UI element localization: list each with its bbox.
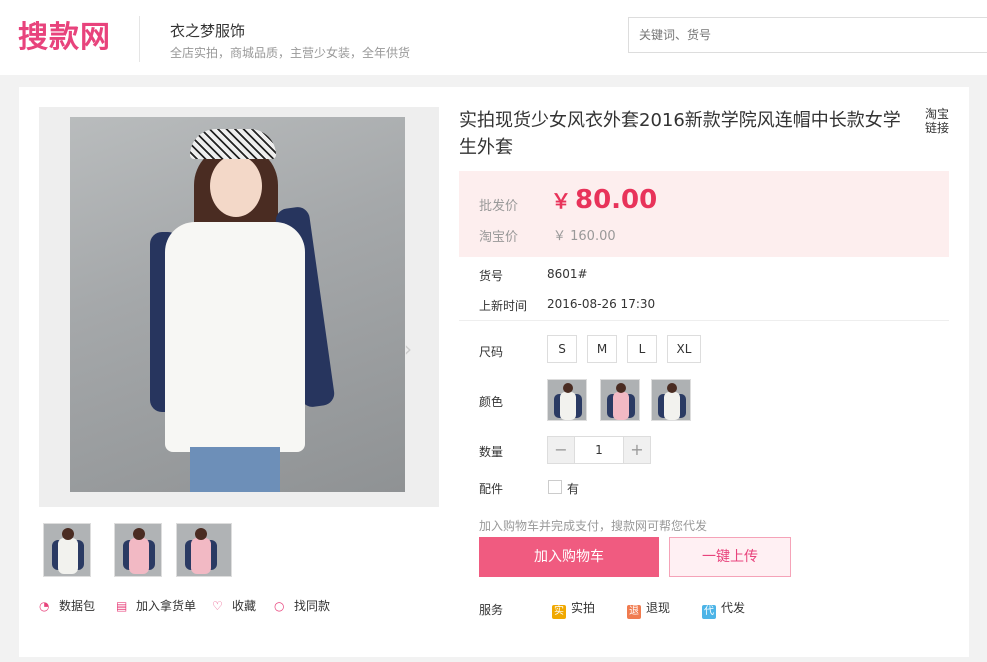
accessory-option-label: 有	[567, 482, 580, 496]
sku-value: 8601#	[547, 267, 588, 281]
refund-badge-icon: 退	[627, 605, 641, 619]
favorite-action[interactable]: ♡ 收藏	[212, 597, 256, 614]
price-box: 批发价 ￥ 80.00 淘宝价 ￥ 160.00	[459, 171, 949, 257]
search-icon: ○	[274, 599, 285, 613]
service-refund: 退退现	[627, 601, 671, 619]
listing-time-value: 2016-08-26 17:30	[547, 297, 656, 311]
service-label: 服务	[479, 603, 504, 617]
add-to-pick-list-action[interactable]: ▤ 加入拿货单	[116, 597, 196, 614]
find-similar-action[interactable]: ○ 找同款	[274, 597, 330, 614]
model-cap	[190, 129, 276, 159]
header-divider	[139, 16, 140, 62]
one-click-upload-button[interactable]: 一键上传	[669, 537, 791, 577]
listing-time-label: 上新时间	[479, 299, 528, 313]
color-label: 颜色	[479, 395, 504, 409]
shop-name[interactable]: 衣之梦服饰	[170, 20, 245, 41]
quantity-stepper: − 1 +	[547, 436, 651, 464]
model-face	[210, 155, 262, 217]
thumbnail-1[interactable]	[43, 523, 91, 577]
chevron-right-icon[interactable]: ›	[404, 337, 412, 361]
decrement-button[interactable]: −	[548, 437, 574, 463]
divider	[459, 320, 949, 321]
color-swatch-3[interactable]	[651, 379, 691, 421]
site-logo[interactable]: 搜款网	[18, 12, 111, 56]
wholesale-price-label: 批发价	[479, 199, 519, 214]
increment-button[interactable]: +	[624, 437, 650, 463]
data-package-action[interactable]: ◔ 数据包	[39, 597, 95, 614]
taobao-price-label: 淘宝价	[479, 230, 519, 245]
main-image-frame: ›	[39, 107, 439, 507]
shop-description: 全店实拍，商城品质，主营少女装，全年供货	[170, 46, 411, 60]
quantity-label: 数量	[479, 445, 504, 459]
model-jeans	[190, 447, 280, 492]
quantity-input[interactable]: 1	[574, 437, 624, 463]
accessory-checkbox[interactable]	[548, 480, 562, 494]
real-photo-badge-icon: 实	[552, 605, 566, 619]
add-to-cart-button[interactable]: 加入购物车	[479, 537, 659, 577]
heart-icon: ♡	[212, 599, 223, 613]
list-icon: ▤	[116, 599, 128, 613]
taobao-link[interactable]: 淘宝链接	[925, 107, 953, 135]
header: 搜款网 衣之梦服饰 全店实拍，商城品质，主营少女装，全年供货	[0, 0, 987, 75]
accessory-label: 配件	[479, 482, 504, 496]
size-label: 尺码	[479, 345, 504, 359]
search-input[interactable]	[628, 17, 987, 53]
product-panel: › ◔ 数据包 ▤ 加入拿货单 ♡ 收藏 ○ 找同款 实拍现货少女风衣外套2016新款学…	[19, 87, 969, 657]
service-dropship: 代代发	[702, 601, 746, 619]
size-option-s[interactable]: S	[547, 335, 577, 363]
dropship-badge-icon: 代	[702, 605, 716, 619]
jacket-body	[165, 222, 305, 452]
color-swatch-2[interactable]	[600, 379, 640, 421]
service-real-photo: 实实拍	[552, 601, 596, 619]
chart-icon: ◔	[39, 599, 50, 613]
main-product-image[interactable]	[70, 117, 405, 492]
product-title: 实拍现货少女风衣外套2016新款学院风连帽中长款女学生外套	[459, 110, 901, 158]
taobao-price: ￥ 160.00	[553, 229, 616, 244]
thumbnail-3[interactable]	[176, 523, 232, 577]
size-option-xl[interactable]: XL	[667, 335, 701, 363]
dropship-note: 加入购物车并完成支付，搜款网可帮您代发	[479, 519, 708, 533]
color-swatch-1[interactable]	[547, 379, 587, 421]
sku-label: 货号	[479, 269, 504, 283]
wholesale-price: ￥ 80.00	[551, 185, 658, 215]
size-option-m[interactable]: M	[587, 335, 617, 363]
thumbnail-2[interactable]	[114, 523, 162, 577]
size-option-l[interactable]: L	[627, 335, 657, 363]
